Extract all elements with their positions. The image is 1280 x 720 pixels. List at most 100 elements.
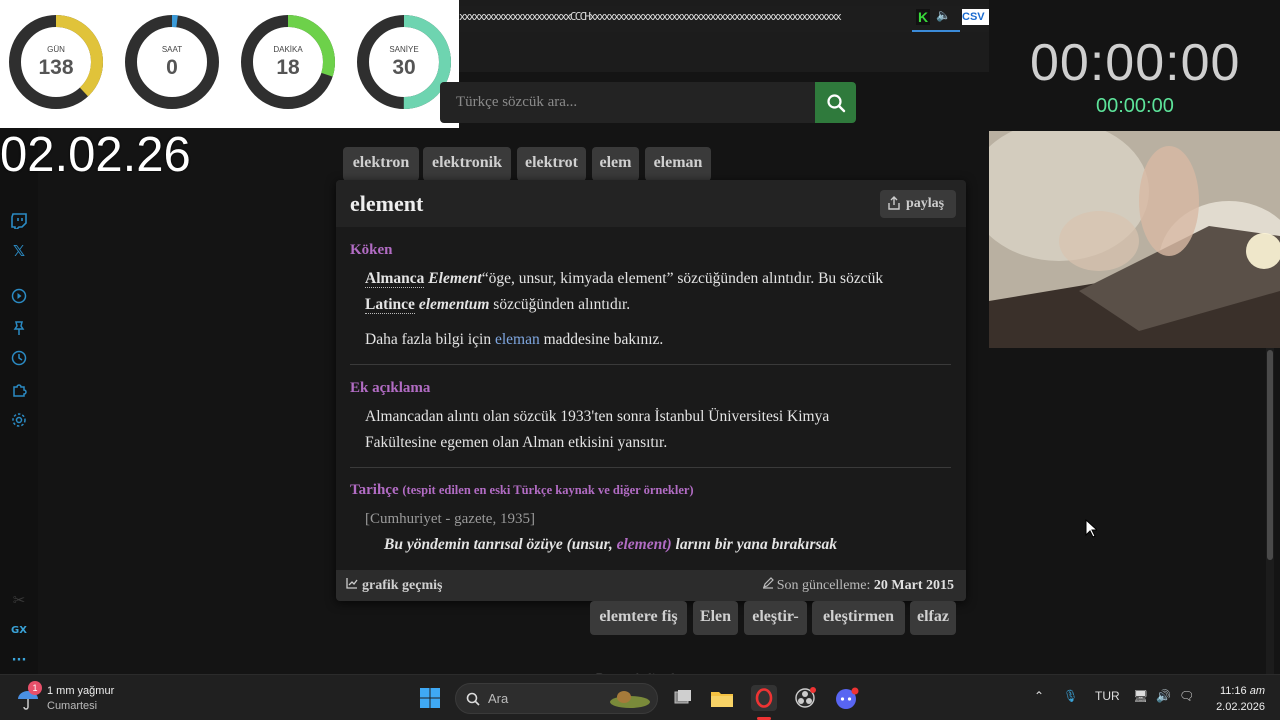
- history-icon[interactable]: [9, 348, 29, 368]
- opera-gx-icon[interactable]: [751, 685, 777, 711]
- note-paragraph: Almancadan alıntı olan sözcük 1933'ten s…: [365, 404, 829, 456]
- note-line2: Fakültesine egemen olan Alman etkisini y…: [365, 434, 668, 451]
- history-title: Tarihçe: [350, 482, 399, 498]
- tray-overflow-icon[interactable]: ⌃: [1034, 689, 1044, 703]
- chip-elemtere-fis[interactable]: elemtere fiş: [590, 601, 687, 635]
- divider: [350, 364, 951, 365]
- chip-elektronik[interactable]: elektronik: [423, 147, 511, 181]
- chip-elfaz[interactable]: elfaz: [910, 601, 956, 635]
- chip-elektrot[interactable]: elektrot: [517, 147, 586, 181]
- taskbar: 1 1 mm yağmur Cumartesi Ara ⌃ 🎙 TUR 🖥 🔊 …: [0, 674, 1280, 720]
- tab-titles[interactable]: xxxxxxxxxxxxxxxxxxxxxxxCCCHxxxxxxxxxxxxx…: [459, 10, 842, 23]
- last-updated-date: 20 Mart 2015: [873, 578, 954, 593]
- main-timer: 00:00:00: [1030, 34, 1241, 92]
- chip-elestir[interactable]: eleştir-: [744, 601, 807, 635]
- scrollbar-thumb[interactable]: [1267, 350, 1273, 560]
- history-subtitle: (tespit edilen en eski Türkçe kaynak ve …: [402, 483, 694, 497]
- graph-history-label: grafik geçmiş: [362, 578, 443, 593]
- origin-paragraph: Almanca Element“öge, unsur, kimyada elem…: [365, 266, 883, 318]
- chip-elen[interactable]: Elen: [693, 601, 738, 635]
- origin-lang2-link[interactable]: Latince: [365, 296, 415, 314]
- origin-word2: elementum: [418, 296, 490, 313]
- more-icon[interactable]: ···: [9, 650, 29, 670]
- eleman-link[interactable]: eleman: [495, 331, 540, 348]
- dial-hours: SAAT 0: [124, 14, 220, 110]
- weather-line2: Cumartesi: [47, 700, 98, 712]
- gx-icon[interactable]: GX: [9, 620, 29, 640]
- origin-word1: Element: [428, 270, 482, 287]
- chip-eleman[interactable]: eleman: [645, 147, 711, 181]
- sub-timer: 00:00:00: [1096, 95, 1174, 117]
- last-updated-label: Son güncelleme:: [776, 578, 871, 593]
- graph-history-button[interactable]: grafik geçmiş: [346, 577, 442, 594]
- dial-hours-value: 0: [166, 56, 178, 79]
- last-updated: Son güncelleme: 20 Mart 2015: [762, 577, 954, 594]
- battery-icon[interactable]: 🗨: [1179, 689, 1194, 703]
- taskbar-search[interactable]: Ara: [455, 683, 658, 714]
- more-info-line: Daha fazla bilgi için eleman maddesine b…: [365, 327, 663, 353]
- clock-time: 11:16: [1219, 685, 1247, 697]
- quote-highlight: element): [616, 536, 672, 553]
- weather-badge: 1: [28, 681, 42, 695]
- chart-icon: [346, 578, 358, 589]
- chip-elem[interactable]: elem: [592, 147, 639, 181]
- discord-icon[interactable]: [834, 685, 860, 711]
- pin-icon[interactable]: [9, 318, 29, 338]
- weather-line1: 1 mm yağmur: [47, 685, 115, 697]
- webcam-feed: [989, 131, 1280, 348]
- tab-active-icon[interactable]: K: [916, 9, 930, 25]
- origin-lang1-link[interactable]: Almanca: [365, 270, 425, 288]
- history-heading: Tarihçe (tespit edilen en eski Türkçe ka…: [350, 482, 694, 499]
- windows-start-icon[interactable]: [417, 685, 443, 711]
- task-view-icon[interactable]: [669, 685, 695, 711]
- origin-text1: “öge, unsur, kimyada element” sözcüğünde…: [481, 270, 884, 287]
- origin-heading: Köken: [350, 242, 393, 258]
- chip-elektron[interactable]: elektron: [343, 147, 419, 181]
- volume-icon[interactable]: 🔊: [1156, 689, 1171, 703]
- network-icon[interactable]: 🖥: [1133, 689, 1148, 703]
- entry-footer: grafik geçmiş Son güncelleme: 20 Mart 20…: [336, 570, 966, 601]
- clock-ampm: am: [1249, 685, 1265, 697]
- tab-strip[interactable]: xxxxxxxxxxxxxxxxxxxxxxxCCCHxxxxxxxxxxxxx…: [459, 6, 989, 32]
- quote-post: larını bir yana bırakırsak: [675, 536, 838, 553]
- x-twitter-icon[interactable]: 𝕏: [9, 241, 29, 261]
- search-button[interactable]: [815, 82, 856, 123]
- quote-pre: Bu yöndemin tanrısal özüye (unsur,: [384, 536, 613, 553]
- weather-widget[interactable]: 1 1 mm yağmur Cumartesi: [14, 681, 134, 713]
- more-pre: Daha fazla bilgi için: [365, 331, 492, 348]
- history-citation: [Cumhuriyet - gazete, 1935]: [365, 511, 535, 527]
- search-input[interactable]: Türkçe sözcük ara...: [440, 82, 815, 123]
- dial-seconds: SANİYE 30: [356, 14, 452, 110]
- twitch-icon[interactable]: [9, 211, 29, 231]
- mute-icon[interactable]: 🔈: [936, 8, 951, 22]
- entry-card: element paylaş Köken Almanca Element“öge…: [336, 180, 966, 601]
- obs-icon[interactable]: [792, 685, 818, 711]
- divider: [350, 467, 951, 468]
- tab-active-underline: [912, 30, 960, 32]
- taskbar-clock[interactable]: 11:16 am 2.02.2026: [1205, 683, 1265, 715]
- entry-header: element paylaş: [336, 180, 966, 227]
- input-language[interactable]: TUR: [1095, 689, 1120, 703]
- search-highlight-icon: [610, 691, 650, 708]
- extensions-icon[interactable]: [9, 380, 29, 400]
- file-explorer-icon[interactable]: [709, 685, 735, 711]
- screen: xxxxxxxxxxxxxxxxxxxxxxxCCCHxxxxxxxxxxxxx…: [0, 0, 1280, 720]
- dial-minutes-value: 18: [276, 56, 300, 79]
- chip-elestirmen[interactable]: eleştirmen: [812, 601, 905, 635]
- dial-seconds-value: 30: [392, 56, 416, 79]
- player-icon[interactable]: [9, 286, 29, 306]
- mouse-cursor-icon: [1085, 519, 1097, 538]
- more-post: maddesine bakınız.: [543, 331, 664, 348]
- microphone-icon[interactable]: 🎙: [1063, 689, 1078, 703]
- share-button[interactable]: paylaş: [880, 190, 956, 218]
- dial-days: GÜN 138: [8, 14, 104, 110]
- snapshot-icon[interactable]: ✂: [9, 590, 29, 610]
- share-label: paylaş: [906, 196, 945, 211]
- webcam-image: [989, 131, 1280, 348]
- dial-seconds-label: SANİYE: [389, 45, 419, 54]
- tab-extra[interactable]: CSV: [962, 9, 989, 25]
- search-icon: [826, 93, 845, 112]
- settings-gear-icon[interactable]: [9, 410, 29, 430]
- browser-sidebar: 𝕏 ✂ GX ···: [0, 128, 38, 680]
- origin-text2: sözcüğünden alıntıdır.: [493, 296, 631, 313]
